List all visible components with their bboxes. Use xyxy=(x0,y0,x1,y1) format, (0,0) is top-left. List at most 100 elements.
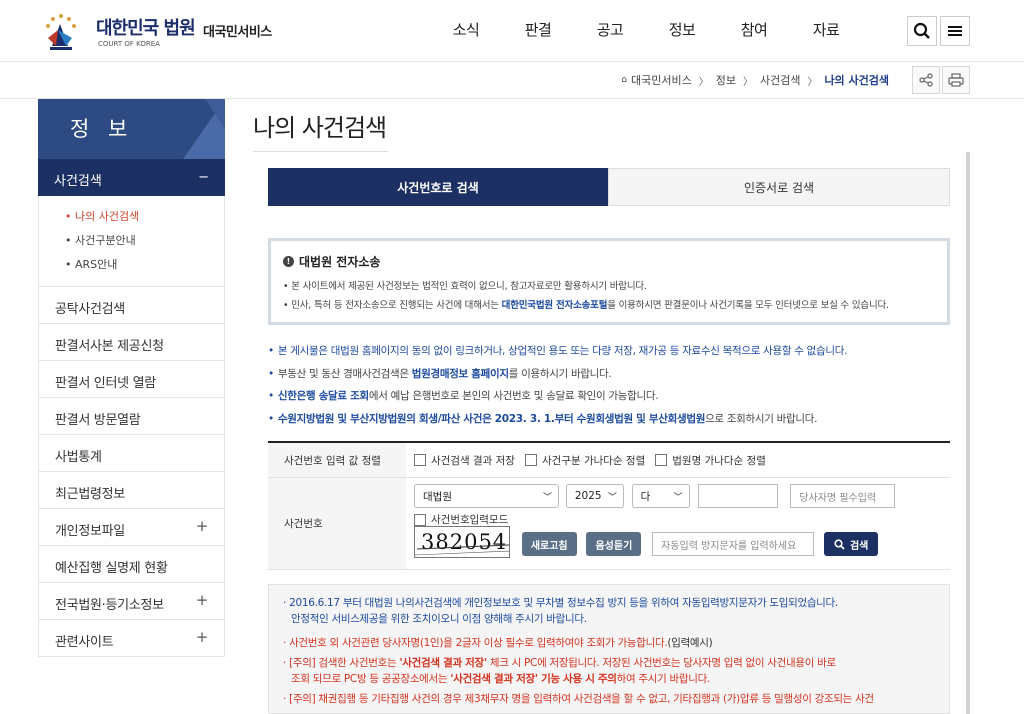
bullet-text: 부동산 및 동산 경매사건검색은 xyxy=(277,367,412,380)
chevron-right-icon: 〉 xyxy=(807,76,818,88)
tab-case-number[interactable]: 사건번호로 검색 xyxy=(268,168,608,206)
search-icon xyxy=(834,538,845,550)
title-divider xyxy=(253,151,388,152)
info-text: · 사건번호 외 사건관련 당사자명(1인)을 2글자 이상 필수로 입력하여야… xyxy=(283,637,668,649)
sidebar-item-budget[interactable]: 예산집행 실명제 현황 xyxy=(39,545,224,582)
gnb-item-participation[interactable]: 참여 xyxy=(718,19,790,43)
chevron-down-icon: ﹀ xyxy=(673,492,683,503)
menu-button[interactable] xyxy=(940,16,970,46)
collapse-icon: − xyxy=(198,170,209,185)
info-emphasis: '사건검색 결과 저장' 기능 사용 시 주의 xyxy=(450,673,617,685)
sidebar-item-case-search[interactable]: 사건검색 − xyxy=(38,159,225,196)
bullet-item: • 신한은행 송달료 조회에서 예납 은행번호로 본인의 사건번호 및 송달료 확… xyxy=(268,390,659,402)
sidebar-item-judgment-online[interactable]: 판결서 인터넷 열람 xyxy=(39,360,224,397)
decorative-shape-icon xyxy=(183,99,225,159)
chevron-down-icon: ﹀ xyxy=(607,492,617,503)
breadcrumb-current[interactable]: 나의 사건검색 xyxy=(824,72,889,88)
sidebar-item-label: 사법통계 xyxy=(55,450,102,465)
gnb-item-notices[interactable]: 공고 xyxy=(574,19,646,43)
breadcrumb-item[interactable]: 사건검색 xyxy=(760,72,800,88)
year-value: 2025 xyxy=(574,490,602,502)
chevron-right-icon: 〉 xyxy=(742,76,753,88)
bullet-item: • 부동산 및 동산 경매사건검색은 법원경매정보 홈페이지를 이용하시기 바랍니… xyxy=(268,367,612,380)
breadcrumb-bar: ⌂ 대국민서비스 〉 정보 〉 사건검색 〉 나의 사건검색 xyxy=(0,62,1024,99)
sidebar-item-judgment-copy[interactable]: 판결서사본 제공신청 xyxy=(39,323,224,360)
gnb-item-info[interactable]: 정보 xyxy=(646,19,718,43)
sidebar: 정 보 사건검색 − • 나의 사건검색 • 사건구분안내 • ARS안내 공탁… xyxy=(38,99,225,657)
case-number-row: 사건번호 대법원 ﹀ 2025 ﹀ 다 ﹀ 당사자명 필수입력 사건번호입력모드 38… xyxy=(268,478,950,570)
sidebar-item-privacy-files[interactable]: 개인정보파일 + xyxy=(39,508,224,545)
captcha-input[interactable]: 자동입력 방지문자를 입력하세요 xyxy=(652,532,815,556)
info-text: 조회 되므로 PC방 등 공공장소에서는 xyxy=(291,673,451,685)
info-line: · 2016.6.17 부터 대법원 나의사건검색에 개인정보보호 및 무차별 … xyxy=(283,597,838,609)
sidebar-item-laws[interactable]: 최근법령정보 xyxy=(39,471,224,508)
share-button[interactable] xyxy=(912,66,940,94)
expand-icon: + xyxy=(195,591,209,609)
submenu-ars-guide[interactable]: • ARS안내 xyxy=(65,256,224,280)
court-emblem-icon xyxy=(46,14,76,50)
sidebar-item-deposit-search[interactable]: 공탁사건검색 xyxy=(39,286,224,323)
guide-bullets: • 본 게시물은 대법원 홈페이지의 동의 없이 링크하거나, 상업적인 용도 또… xyxy=(268,343,958,433)
checkbox-label: 사건번호입력모드 xyxy=(431,514,509,526)
service-name[interactable]: 대국민서비스 xyxy=(203,21,272,40)
sort-by-type-checkbox[interactable]: 사건구분 가나다순 정렬 xyxy=(524,453,645,468)
breadcrumb-item[interactable]: 정보 xyxy=(716,72,736,88)
scrollbar[interactable] xyxy=(966,152,970,714)
info-line: 조회 되므로 PC방 등 공공장소에서는 '사건검색 결과 저장' 기능 사용 … xyxy=(283,671,935,687)
sidebar-item-label: 예산집행 실명제 현황 xyxy=(55,561,168,576)
sidebar-item-label: 개인정보파일 xyxy=(55,524,125,539)
bullet-text: 에서 예납 은행번호로 본인의 사건번호 및 송달료 확인이 가능합니다. xyxy=(368,390,659,402)
tab-certificate[interactable]: 인증서로 검색 xyxy=(608,168,950,206)
refresh-captcha-button[interactable]: 새로고침 xyxy=(521,532,577,556)
e-litigation-portal-link[interactable]: 대한민국법원 전자소송포털 xyxy=(502,300,608,311)
sidebar-item-label: 사건검색 xyxy=(54,174,102,189)
submenu-my-case-search[interactable]: • 나의 사건검색 xyxy=(65,208,224,232)
expand-icon: + xyxy=(195,628,209,646)
search-submit-button[interactable]: 검색 xyxy=(823,532,879,556)
search-icon xyxy=(913,22,930,39)
search-submit-label: 검색 xyxy=(849,540,869,552)
sidebar-item-label: 판결서사본 제공신청 xyxy=(55,339,164,354)
sidebar-title: 정 보 xyxy=(70,117,134,141)
search-button[interactable] xyxy=(907,16,937,46)
case-search-form: 사건번호 입력 값 정렬 사건검색 결과 저장 사건구분 가나다순 정렬 법원명… xyxy=(268,441,950,570)
sidebar-item-courts-info[interactable]: 전국법원·등기소정보 + xyxy=(39,582,224,619)
sidebar-item-label: 공탁사건검색 xyxy=(55,302,125,317)
breadcrumb-item[interactable]: 대국민서비스 xyxy=(631,72,692,88)
logo-title: 대한민국 법원 xyxy=(96,18,196,39)
submenu-case-type-guide[interactable]: • 사건구분안내 xyxy=(65,232,224,256)
sidebar-item-label: 관련사이트 xyxy=(55,635,114,650)
shinhan-fee-link[interactable]: 신한은행 송달료 조회 xyxy=(278,390,369,402)
sort-by-court-checkbox[interactable]: 법원명 가나다순 정렬 xyxy=(655,453,766,468)
info-line: 안정적인 서비스제공을 위한 조치이오니 이점 양해해 주시기 바랍니다. xyxy=(291,613,587,625)
sidebar-item-related-sites[interactable]: 관련사이트 + xyxy=(39,619,224,656)
court-select[interactable]: 대법원 ﹀ xyxy=(414,484,559,508)
case-type-select[interactable]: 다 ﹀ xyxy=(631,484,690,508)
gnb-item-resources[interactable]: 자료 xyxy=(790,19,862,43)
checkbox-label: 법원명 가나다순 정렬 xyxy=(672,454,766,467)
year-select[interactable]: 2025 ﹀ xyxy=(565,484,624,508)
search-tabs: 사건번호로 검색 인증서로 검색 xyxy=(268,168,950,206)
party-name-input[interactable]: 당사자명 필수입력 xyxy=(790,484,896,508)
sidebar-item-statistics[interactable]: 사법통계 xyxy=(39,434,224,471)
sidebar-item-judgment-visit[interactable]: 판결서 방문열람 xyxy=(39,397,224,434)
sidebar-title-panel: 정 보 xyxy=(38,99,225,159)
sort-options: 사건검색 결과 저장 사건구분 가나다순 정렬 법원명 가나다순 정렬 xyxy=(406,443,950,477)
gnb-item-judgments[interactable]: 판결 xyxy=(502,19,574,43)
auction-info-link[interactable]: 법원경매정보 홈페이지 xyxy=(412,368,509,380)
notice-line: • 민사, 특허 등 전자소송으로 진행되는 사건에 대해서는 대한민국법원 전… xyxy=(283,297,935,311)
save-result-checkbox[interactable]: 사건검색 결과 저장 xyxy=(414,453,515,468)
hamburger-icon xyxy=(948,26,962,36)
audio-captcha-button[interactable]: 음성듣기 xyxy=(586,532,642,556)
court-logo[interactable]: 대한민국 법원 COURT OF KOREA 대국민서비스 xyxy=(38,8,278,54)
sidebar-menu: 공탁사건검색 판결서사본 제공신청 판결서 인터넷 열람 판결서 방문열람 사법… xyxy=(38,286,225,657)
input-example-link[interactable]: (입력예시) xyxy=(667,637,712,649)
print-button[interactable] xyxy=(942,66,970,94)
case-number-label: 사건번호 xyxy=(268,478,406,569)
sidebar-submenu: • 나의 사건검색 • 사건구분안내 • ARS안내 xyxy=(38,196,225,286)
case-serial-input[interactable] xyxy=(698,484,779,508)
sidebar-item-label: 판결서 인터넷 열람 xyxy=(55,376,156,391)
rehab-court-link[interactable]: 수원지방법원 및 부산지방법원의 회생/파산 사건은 2023. 3. 1.부터… xyxy=(278,413,705,425)
gnb-item-news[interactable]: 소식 xyxy=(430,19,502,43)
input-mode-checkbox[interactable]: 사건번호입력모드 xyxy=(414,512,508,527)
